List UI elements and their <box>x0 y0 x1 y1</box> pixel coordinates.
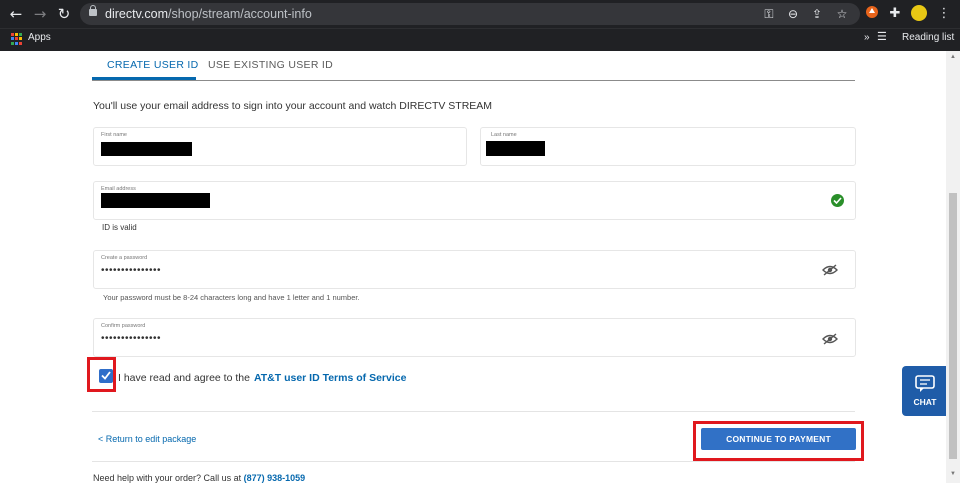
page-content: CREATE USER ID USE EXISTING USER ID You'… <box>0 51 948 483</box>
continue-to-payment-button[interactable]: CONTINUE TO PAYMENT <box>701 428 856 450</box>
help-text: Need help with your order? Call us at <box>93 473 242 483</box>
chat-button[interactable]: CHAT <box>902 366 948 416</box>
reload-icon[interactable]: ↻ <box>55 5 73 23</box>
back-arrow-icon[interactable]: ← <box>7 5 25 23</box>
tab-create-user-id[interactable]: CREATE USER ID <box>107 59 199 71</box>
help-phone-link[interactable]: (877) 938-1059 <box>244 473 306 483</box>
extension-icon[interactable] <box>863 5 881 23</box>
url-path: /shop/stream/account-info <box>167 7 312 21</box>
share-icon[interactable]: ⇪ <box>809 6 825 22</box>
scrollbar-thumb[interactable] <box>949 193 957 459</box>
password-hint: Your password must be 8-24 characters lo… <box>103 293 360 302</box>
email-label: Email address <box>101 186 136 192</box>
lock-icon <box>89 5 97 16</box>
redacted-last-name <box>486 141 545 156</box>
section-divider-top <box>92 411 855 412</box>
hide-password-eye-icon[interactable] <box>822 263 838 276</box>
first-name-field[interactable]: First name <box>93 127 467 166</box>
checkbox-highlight-annotation <box>87 357 116 392</box>
bookmarks-overflow[interactable]: » <box>864 32 870 43</box>
browser-toolbar: ← → ↻ directv.com/shop/stream/account-in… <box>0 0 960 28</box>
password-masked-value: ••••••••••••••• <box>101 265 162 276</box>
tab-use-existing-user-id[interactable]: USE EXISTING USER ID <box>208 59 333 71</box>
redacted-first-name <box>101 142 192 156</box>
help-line: Need help with your order? Call us at (8… <box>93 473 305 483</box>
email-field[interactable]: Email address <box>93 181 856 220</box>
apps-grid-icon[interactable] <box>11 33 23 45</box>
id-valid-message: ID is valid <box>102 223 137 232</box>
hide-confirm-password-eye-icon[interactable] <box>822 332 838 345</box>
terms-agreement: I have read and agree to the AT&T user ID… <box>118 372 406 384</box>
confirm-password-masked-value: ••••••••••••••• <box>101 333 162 344</box>
reading-list-icon[interactable]: ☰ <box>877 30 887 43</box>
confirm-password-field[interactable]: Confirm password ••••••••••••••• <box>93 318 856 357</box>
valid-check-icon <box>831 194 844 207</box>
address-bar[interactable]: directv.com/shop/stream/account-info ⚿ ⊖… <box>80 3 860 25</box>
menu-kebab-icon[interactable]: ⋮ <box>935 5 953 23</box>
tabs-divider <box>92 80 855 81</box>
apps-bookmark[interactable]: Apps <box>28 32 51 43</box>
chat-bubble-icon <box>915 375 935 392</box>
url-text[interactable]: directv.com/shop/stream/account-info <box>105 7 312 21</box>
zoom-icon[interactable]: ⊖ <box>785 6 801 22</box>
redacted-email <box>101 193 210 208</box>
puzzle-extensions-icon[interactable]: ✚ <box>886 5 904 23</box>
return-to-edit-package-link[interactable]: < Return to edit package <box>98 434 196 444</box>
section-divider-bottom <box>92 461 855 462</box>
url-domain: directv.com <box>105 7 168 21</box>
intro-text: You'll use your email address to sign in… <box>93 100 493 112</box>
forward-arrow-icon[interactable]: → <box>31 5 49 23</box>
confirm-password-label: Confirm password <box>101 323 146 329</box>
bookmarks-bar: Apps » ☰ Reading list <box>0 28 960 51</box>
reading-list-button[interactable]: Reading list <box>902 32 954 43</box>
agree-text: I have read and agree to the <box>118 372 250 384</box>
last-name-label: Last name <box>491 132 517 138</box>
star-bookmark-icon[interactable]: ☆ <box>834 6 850 22</box>
first-name-label: First name <box>101 132 127 138</box>
last-name-field[interactable]: Last name <box>480 127 856 166</box>
create-password-label: Create a password <box>101 255 148 261</box>
profile-avatar[interactable] <box>910 5 928 23</box>
terms-of-service-link[interactable]: AT&T user ID Terms of Service <box>254 372 407 384</box>
scroll-up-arrow-icon[interactable]: ▲ <box>950 54 956 60</box>
scroll-down-arrow-icon[interactable]: ▼ <box>950 471 956 477</box>
create-password-field[interactable]: Create a password ••••••••••••••• <box>93 250 856 289</box>
key-icon[interactable]: ⚿ <box>761 6 777 22</box>
chat-label: CHAT <box>913 397 937 407</box>
page-scrollbar[interactable]: ▲ ▼ <box>946 51 960 483</box>
